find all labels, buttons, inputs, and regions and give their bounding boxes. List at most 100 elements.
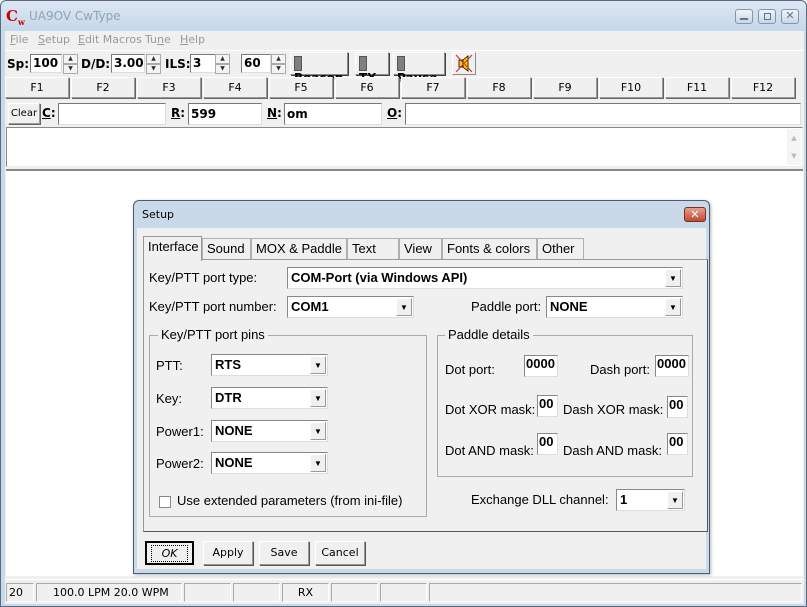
fkey-f5[interactable]: F5 bbox=[269, 77, 333, 98]
tab-interface[interactable]: Interface bbox=[143, 236, 202, 261]
fkey-f11[interactable]: F11 bbox=[665, 77, 729, 98]
dropdown-arrow-icon[interactable]: ▼ bbox=[310, 422, 326, 440]
call-input[interactable] bbox=[58, 103, 166, 125]
spin-up-icon[interactable]: ▲ bbox=[146, 54, 161, 64]
menu-file[interactable]: File bbox=[10, 33, 28, 46]
status-cell-6 bbox=[331, 583, 378, 602]
beacon-button[interactable]: Beacon bbox=[290, 52, 348, 85]
tab-sound[interactable]: Sound bbox=[202, 238, 251, 260]
ok-button[interactable]: OK bbox=[145, 541, 194, 565]
main-window: Cw UA9OV CwType ✕ File Setup Edit Macros… bbox=[0, 0, 807, 607]
paddle-details-group: Paddle details Dot port: 0000 Dash port:… bbox=[437, 327, 693, 477]
dash-port-input[interactable]: 0000 bbox=[655, 355, 689, 377]
beacon-led-icon bbox=[294, 56, 302, 71]
tx-scrollbar[interactable]: ▲ ▼ bbox=[787, 129, 801, 165]
clear-button[interactable]: Clear bbox=[8, 103, 40, 124]
status-cell-4 bbox=[233, 583, 280, 602]
tab-view[interactable]: View bbox=[399, 238, 442, 260]
status-cell-count: 20 bbox=[6, 583, 34, 602]
setup-dialog: Setup ✕ Interface Sound MOX & Paddle Tex… bbox=[133, 200, 710, 574]
spin-down-icon[interactable]: ▼ bbox=[271, 64, 286, 74]
extra-input[interactable]: 60 bbox=[241, 54, 271, 73]
spin-up-icon[interactable]: ▲ bbox=[63, 54, 78, 64]
tab-text[interactable]: Text bbox=[347, 238, 399, 260]
speed-spinner[interactable]: ▲ ▼ bbox=[63, 54, 78, 74]
spin-down-icon[interactable]: ▼ bbox=[215, 64, 230, 74]
dash-and-label: Dash AND mask: bbox=[563, 443, 662, 458]
dialog-body: Interface Sound MOX & Paddle Text View F… bbox=[137, 228, 708, 569]
fkey-f12[interactable]: F12 bbox=[731, 77, 795, 98]
dropdown-arrow-icon[interactable]: ▼ bbox=[667, 491, 683, 509]
dot-xor-label: Dot XOR mask: bbox=[445, 402, 536, 417]
fkey-f6[interactable]: F6 bbox=[335, 77, 399, 98]
port-type-select[interactable]: COM-Port (via Windows API) ▼ bbox=[287, 267, 683, 289]
rst-input[interactable]: 599 bbox=[188, 103, 262, 125]
dash-xor-label: Dash XOR mask: bbox=[563, 402, 664, 417]
fkey-f3[interactable]: F3 bbox=[137, 77, 201, 98]
dialog-close-button[interactable]: ✕ bbox=[684, 207, 706, 222]
power1-select[interactable]: NONE ▼ bbox=[211, 420, 328, 442]
pause-button[interactable]: Pause bbox=[393, 52, 445, 85]
spin-down-icon[interactable]: ▼ bbox=[146, 64, 161, 74]
tx-button[interactable]: TX bbox=[355, 52, 389, 85]
dash-xor-input[interactable]: 00 bbox=[667, 396, 688, 418]
cancel-button[interactable]: Cancel bbox=[315, 541, 365, 565]
dropdown-arrow-icon[interactable]: ▼ bbox=[310, 356, 326, 374]
spin-down-icon[interactable]: ▼ bbox=[63, 64, 78, 74]
dropdown-arrow-icon[interactable]: ▼ bbox=[310, 454, 326, 472]
key-select[interactable]: DTR ▼ bbox=[211, 387, 328, 409]
qso-entry-bar: Clear C: R: 599 N: om O: bbox=[5, 101, 804, 126]
power2-select[interactable]: NONE ▼ bbox=[211, 452, 328, 474]
menu-setup[interactable]: Setup bbox=[38, 33, 70, 46]
fkey-f1[interactable]: F1 bbox=[5, 77, 69, 98]
minimize-button[interactable] bbox=[735, 9, 753, 24]
dash-and-input[interactable]: 00 bbox=[667, 433, 688, 455]
dd-spinner[interactable]: ▲ ▼ bbox=[146, 54, 161, 74]
dot-and-input[interactable]: 00 bbox=[537, 433, 558, 455]
fkey-f8[interactable]: F8 bbox=[467, 77, 531, 98]
dropdown-arrow-icon[interactable]: ▼ bbox=[665, 269, 681, 287]
dropdown-arrow-icon[interactable]: ▼ bbox=[396, 298, 412, 316]
maximize-button[interactable] bbox=[758, 9, 776, 24]
menu-help[interactable]: Help bbox=[180, 33, 205, 46]
fkey-f10[interactable]: F10 bbox=[599, 77, 663, 98]
dd-input[interactable]: 3.00 bbox=[111, 54, 145, 73]
extra-spinner[interactable]: ▲ ▼ bbox=[271, 54, 286, 74]
dot-xor-input[interactable]: 00 bbox=[537, 395, 558, 417]
scroll-down-icon[interactable]: ▼ bbox=[787, 147, 801, 165]
scroll-up-icon[interactable]: ▲ bbox=[787, 129, 801, 147]
name-input[interactable]: om bbox=[284, 103, 382, 125]
close-button[interactable]: ✕ bbox=[781, 9, 799, 24]
dropdown-arrow-icon[interactable]: ▼ bbox=[665, 298, 681, 316]
key-ptt-pins-group: Key/PTT port pins PTT: RTS ▼ Key: DTR ▼ … bbox=[149, 327, 427, 517]
dot-port-input[interactable]: 0000 bbox=[524, 355, 558, 377]
port-number-select[interactable]: COM1 ▼ bbox=[287, 296, 414, 318]
exchange-dll-select[interactable]: 1 ▼ bbox=[616, 489, 685, 511]
fkey-f4[interactable]: F4 bbox=[203, 77, 267, 98]
ils-input[interactable]: 3 bbox=[190, 54, 217, 73]
tab-mox-paddle[interactable]: MOX & Paddle bbox=[251, 238, 347, 260]
tab-other[interactable]: Other bbox=[537, 238, 584, 260]
ils-spinner[interactable]: ▲ ▼ bbox=[215, 54, 230, 74]
ptt-value: RTS bbox=[215, 357, 241, 372]
paddle-port-select[interactable]: NONE ▼ bbox=[546, 296, 683, 318]
save-button[interactable]: Save bbox=[259, 541, 309, 565]
title-bar[interactable]: Cw UA9OV CwType ✕ bbox=[1, 1, 806, 31]
ptt-select[interactable]: RTS ▼ bbox=[211, 354, 328, 376]
exchange-dll-label: Exchange DLL channel: bbox=[471, 492, 609, 507]
menu-tune[interactable]: Tune bbox=[145, 33, 171, 46]
fkey-f9[interactable]: F9 bbox=[533, 77, 597, 98]
transmit-text-area[interactable]: ▲ ▼ bbox=[6, 127, 803, 167]
mute-button[interactable] bbox=[452, 52, 476, 75]
apply-button[interactable]: Apply bbox=[203, 541, 253, 565]
fkey-f7[interactable]: F7 bbox=[401, 77, 465, 98]
spin-up-icon[interactable]: ▲ bbox=[215, 54, 230, 64]
speed-input[interactable]: 100 bbox=[30, 54, 62, 73]
other-input[interactable] bbox=[405, 103, 801, 125]
dropdown-arrow-icon[interactable]: ▼ bbox=[310, 389, 326, 407]
tab-fonts-colors[interactable]: Fonts & colors bbox=[442, 238, 537, 260]
extended-params-checkbox[interactable] bbox=[159, 496, 171, 508]
fkey-f2[interactable]: F2 bbox=[71, 77, 135, 98]
spin-up-icon[interactable]: ▲ bbox=[271, 54, 286, 64]
menu-edit-macros[interactable]: Edit Macros bbox=[78, 33, 142, 46]
